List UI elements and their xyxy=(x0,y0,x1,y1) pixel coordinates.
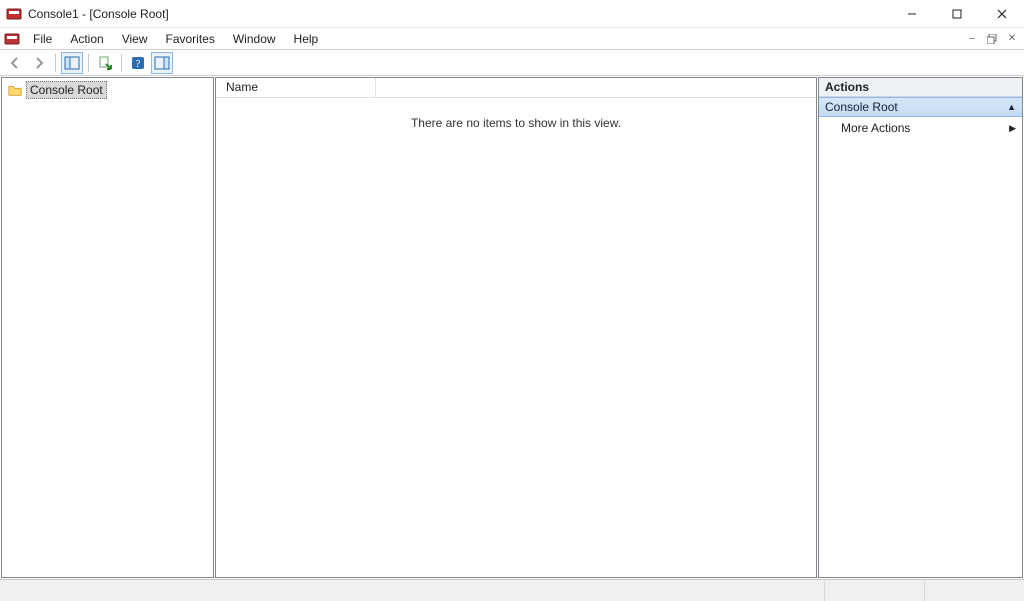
menu-action[interactable]: Action xyxy=(61,30,112,48)
menu-help[interactable]: Help xyxy=(285,30,328,48)
title-bar: Console1 - [Console Root] xyxy=(0,0,1024,28)
show-hide-action-pane-button[interactable] xyxy=(151,52,173,74)
export-list-button[interactable] xyxy=(94,52,116,74)
actions-pane: Actions Console Root ▲ More Actions ▶ xyxy=(818,77,1023,578)
forward-button[interactable] xyxy=(28,52,50,74)
window-controls xyxy=(889,0,1024,28)
empty-view-message: There are no items to show in this view. xyxy=(216,98,816,577)
folder-icon xyxy=(8,83,22,97)
toolbar: ? xyxy=(0,50,1024,76)
close-button[interactable] xyxy=(979,0,1024,28)
mdi-restore-button[interactable] xyxy=(984,31,1000,47)
status-spacer xyxy=(0,580,824,601)
mdi-close-button[interactable]: ✕ xyxy=(1004,31,1020,47)
action-more-actions[interactable]: More Actions ▶ xyxy=(819,117,1022,139)
status-cell xyxy=(824,580,924,601)
actions-section-header[interactable]: Console Root ▲ xyxy=(819,97,1022,117)
console-tree-pane[interactable]: Console Root xyxy=(1,77,214,578)
collapse-icon: ▲ xyxy=(1007,102,1016,112)
help-button[interactable]: ? xyxy=(127,52,149,74)
result-pane[interactable]: Name There are no items to show in this … xyxy=(215,77,817,578)
mmc-doc-icon xyxy=(4,31,20,47)
menu-bar: File Action View Favorites Window Help –… xyxy=(0,28,1024,50)
app-icon xyxy=(6,6,22,22)
toolbar-separator xyxy=(88,54,89,72)
column-header-name[interactable]: Name xyxy=(216,78,376,97)
mdi-controls: – ✕ xyxy=(964,31,1024,47)
toolbar-separator xyxy=(121,54,122,72)
tree-item-console-root[interactable]: Console Root xyxy=(4,80,211,100)
back-button[interactable] xyxy=(4,52,26,74)
minimize-button[interactable] xyxy=(889,0,934,28)
mdi-minimize-button[interactable]: – xyxy=(964,31,980,47)
show-hide-tree-button[interactable] xyxy=(61,52,83,74)
window-title: Console1 - [Console Root] xyxy=(28,7,169,21)
submenu-arrow-icon: ▶ xyxy=(1009,123,1016,134)
svg-text:?: ? xyxy=(136,58,141,70)
maximize-button[interactable] xyxy=(934,0,979,28)
toolbar-separator xyxy=(55,54,56,72)
column-header-row: Name xyxy=(216,78,816,98)
actions-pane-title: Actions xyxy=(819,78,1022,97)
actions-section-label: Console Root xyxy=(825,100,898,114)
menu-file[interactable]: File xyxy=(24,30,61,48)
workspace: Console Root Name There are no items to … xyxy=(0,76,1024,579)
menu-window[interactable]: Window xyxy=(224,30,285,48)
action-label: More Actions xyxy=(841,121,910,135)
status-bar xyxy=(0,579,1024,601)
menu-view[interactable]: View xyxy=(113,30,157,48)
menu-favorites[interactable]: Favorites xyxy=(157,30,224,48)
tree-item-label: Console Root xyxy=(26,81,107,99)
status-cell xyxy=(924,580,1024,601)
